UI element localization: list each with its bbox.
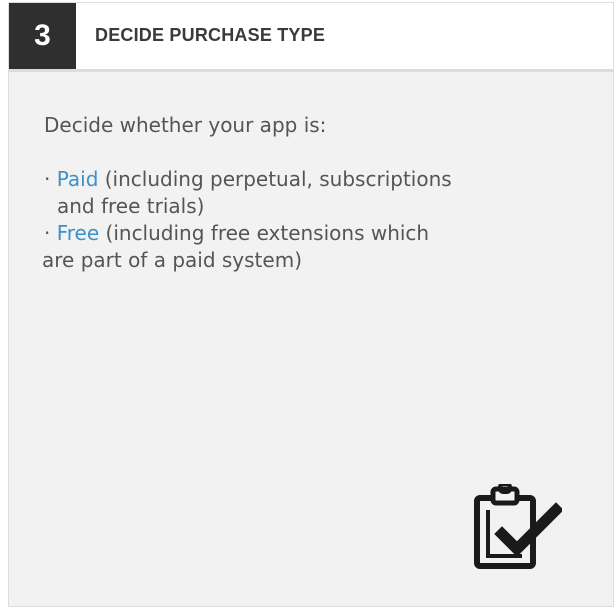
bullet-paid-text: (including perpetual, subscriptions xyxy=(98,167,452,191)
bullet-marker: · xyxy=(44,221,57,245)
bullet-paid-text-cont: and free trials) xyxy=(57,194,205,218)
bullet-marker: · xyxy=(44,167,57,191)
step-description: Decide whether your app is: · Paid (incl… xyxy=(42,112,504,274)
clipboard-check-icon xyxy=(472,482,564,572)
step-header: 3 DECIDE PURCHASE TYPE xyxy=(9,3,613,72)
free-link[interactable]: Free xyxy=(57,221,99,245)
step-title: DECIDE PURCHASE TYPE xyxy=(95,25,326,45)
step-number-badge: 3 xyxy=(9,3,76,69)
bullet-free: · Free (including free extensions which … xyxy=(42,220,504,274)
bullet-paid: · Paid (including perpetual, subscriptio… xyxy=(44,166,504,220)
bullet-free-text: (including free extensions which xyxy=(99,221,430,245)
bullet-free-text-cont: are part of a paid system) xyxy=(42,248,302,272)
intro-text: Decide whether your app is: xyxy=(44,113,327,137)
paid-link[interactable]: Paid xyxy=(57,167,99,191)
